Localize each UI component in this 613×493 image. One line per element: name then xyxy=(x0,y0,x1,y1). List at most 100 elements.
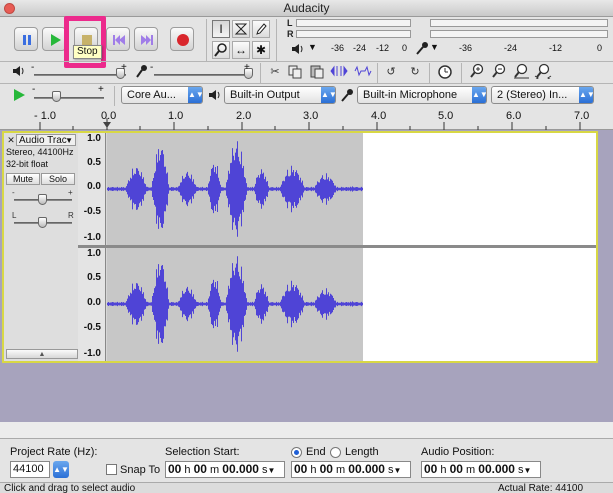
copy-icon xyxy=(288,65,302,79)
vruler-label: -0.5 xyxy=(83,206,101,217)
play-at-speed-icon[interactable] xyxy=(12,88,26,102)
toolbar-divider xyxy=(429,63,430,83)
dropdown-arrow-icon: ▼ xyxy=(523,466,532,475)
zoom-tool[interactable] xyxy=(212,41,230,59)
gain-slider[interactable] xyxy=(38,194,47,205)
project-rate-dropdown[interactable]: ▲▼ xyxy=(53,461,69,478)
playback-meter-dropdown-icon[interactable]: ▼ xyxy=(308,42,317,52)
audio-position-field[interactable]: 00 h 00 m 00.000 s▼ xyxy=(421,461,541,478)
meter-left-label: L xyxy=(287,18,293,28)
record-meter-dropdown-icon[interactable]: ▼ xyxy=(430,42,439,52)
selection-tool[interactable]: I xyxy=(212,20,230,38)
pan-right-label: R xyxy=(68,211,74,220)
timeline-ruler[interactable]: - 1.0 0.0 1.0 2.0 3.0 4.0 5.0 6.0 7.0 xyxy=(0,108,613,130)
skip-to-end-button[interactable] xyxy=(134,27,158,51)
track-collapse-button[interactable]: ▲ xyxy=(6,349,78,359)
record-meter-right xyxy=(430,30,608,38)
play-speed-slider[interactable] xyxy=(52,91,61,102)
track-close-button[interactable]: ✕ xyxy=(6,135,16,145)
paste-icon xyxy=(310,65,324,79)
play-tick: -12 xyxy=(376,43,390,53)
end-radio[interactable] xyxy=(291,447,302,458)
output-device-select[interactable]: Built-in Output ▲▼ xyxy=(224,86,336,104)
pause-button[interactable] xyxy=(14,27,38,51)
redo-button[interactable]: ↻ xyxy=(405,63,425,81)
paste-button[interactable] xyxy=(307,63,327,81)
toolbar-divider xyxy=(260,63,261,83)
undo-button[interactable]: ↺ xyxy=(381,63,401,81)
silence-icon xyxy=(354,65,372,77)
triangle-up-icon: ▲ xyxy=(38,351,46,358)
pencil-icon xyxy=(256,23,267,35)
audio-host-select[interactable]: Core Au... ▲▼ xyxy=(121,86,203,104)
track-control-panel: ✕ Audio Trac ▼ Stereo, 44100Hz 32-bit fl… xyxy=(4,133,80,361)
vruler-label: -1.0 xyxy=(83,232,101,243)
mute-button[interactable]: Mute xyxy=(6,173,40,185)
rec-tick: 0 xyxy=(597,43,603,53)
dropdown-arrow-icon: ▼ xyxy=(267,466,276,475)
pan-slider[interactable] xyxy=(38,217,47,228)
draw-tool[interactable] xyxy=(252,20,270,38)
solo-button[interactable]: Solo xyxy=(41,173,75,185)
selection-start-field[interactable]: 00 h 00 m 00.000 s▼ xyxy=(165,461,285,478)
audio-host-value: Core Au... xyxy=(127,89,176,101)
track-name-menu[interactable]: Audio Trac ▼ xyxy=(16,134,76,146)
output-volume-minus: - xyxy=(31,62,35,73)
empty-track-region-top[interactable] xyxy=(363,133,596,245)
snap-to-checkbox[interactable] xyxy=(106,464,117,475)
vruler-label: 0.5 xyxy=(87,157,101,168)
fit-project-button[interactable] xyxy=(533,63,553,81)
skip-to-start-icon xyxy=(113,35,125,45)
vruler-label: 1.0 xyxy=(87,248,101,259)
copy-button[interactable] xyxy=(285,63,305,81)
skip-to-start-button[interactable] xyxy=(106,27,130,51)
envelope-icon xyxy=(234,23,248,35)
time-shift-tool[interactable]: ↔ xyxy=(232,41,250,59)
track-bit-depth: 32-bit float xyxy=(6,159,49,169)
rec-tick: -24 xyxy=(504,43,518,53)
zoom-in-button[interactable] xyxy=(467,63,487,81)
length-radio[interactable] xyxy=(330,447,341,458)
play-button[interactable] xyxy=(42,27,66,51)
play-speed-minus: - xyxy=(32,84,36,95)
zoom-out-button[interactable] xyxy=(489,63,509,81)
play-tick: -36 xyxy=(331,43,345,53)
record-button[interactable] xyxy=(170,27,194,51)
track-panel[interactable]: ✕ Audio Trac ▼ Stereo, 44100Hz 32-bit fl… xyxy=(0,130,613,422)
chevron-updown-icon: ▲▼ xyxy=(321,87,335,103)
chevron-updown-icon: ▲▼ xyxy=(579,87,593,103)
playback-meter-left xyxy=(296,19,411,27)
envelope-tool[interactable] xyxy=(232,20,250,38)
trim-button[interactable] xyxy=(329,63,349,81)
trim-icon xyxy=(330,65,348,77)
multi-tool[interactable]: ✱ xyxy=(252,41,270,59)
vruler-label: -0.5 xyxy=(83,322,101,333)
play-speed-plus: + xyxy=(98,84,104,95)
ruler-ticks xyxy=(39,118,581,130)
input-channels-value: 2 (Stereo) In... xyxy=(497,89,568,101)
vruler-label: 1.0 xyxy=(87,133,101,144)
pause-icon xyxy=(23,35,31,45)
input-device-select[interactable]: Built-in Microphone ▲▼ xyxy=(357,86,487,104)
output-volume-icon xyxy=(13,66,24,76)
record-meter-left xyxy=(430,19,608,27)
project-rate-field[interactable]: 44100 xyxy=(10,461,50,478)
sync-lock-button[interactable] xyxy=(435,63,455,81)
playback-meter-right xyxy=(296,30,411,38)
vertical-ruler-top: 1.0 0.5 0.0 -0.5 -1.0 xyxy=(78,133,106,245)
snap-to-label: Snap To xyxy=(120,464,161,476)
empty-track-region-bottom[interactable] xyxy=(363,248,596,361)
length-label: Length xyxy=(345,446,379,458)
record-icon xyxy=(177,34,189,46)
cut-button[interactable]: ✂ xyxy=(265,63,285,81)
fit-selection-button[interactable] xyxy=(511,63,531,81)
dropdown-arrow-icon: ▼ xyxy=(393,466,402,475)
selection-end-field[interactable]: 00 h 00 m 00.000 s▼ xyxy=(291,461,411,478)
input-channels-select[interactable]: 2 (Stereo) In... ▲▼ xyxy=(491,86,594,104)
silence-button[interactable] xyxy=(353,63,373,81)
close-window-button[interactable] xyxy=(4,3,15,14)
output-volume-plus: + xyxy=(121,62,127,73)
input-volume-plus: + xyxy=(244,62,250,73)
chevron-updown-icon: ▲▼ xyxy=(53,465,69,474)
window-title: Audacity xyxy=(283,1,330,15)
